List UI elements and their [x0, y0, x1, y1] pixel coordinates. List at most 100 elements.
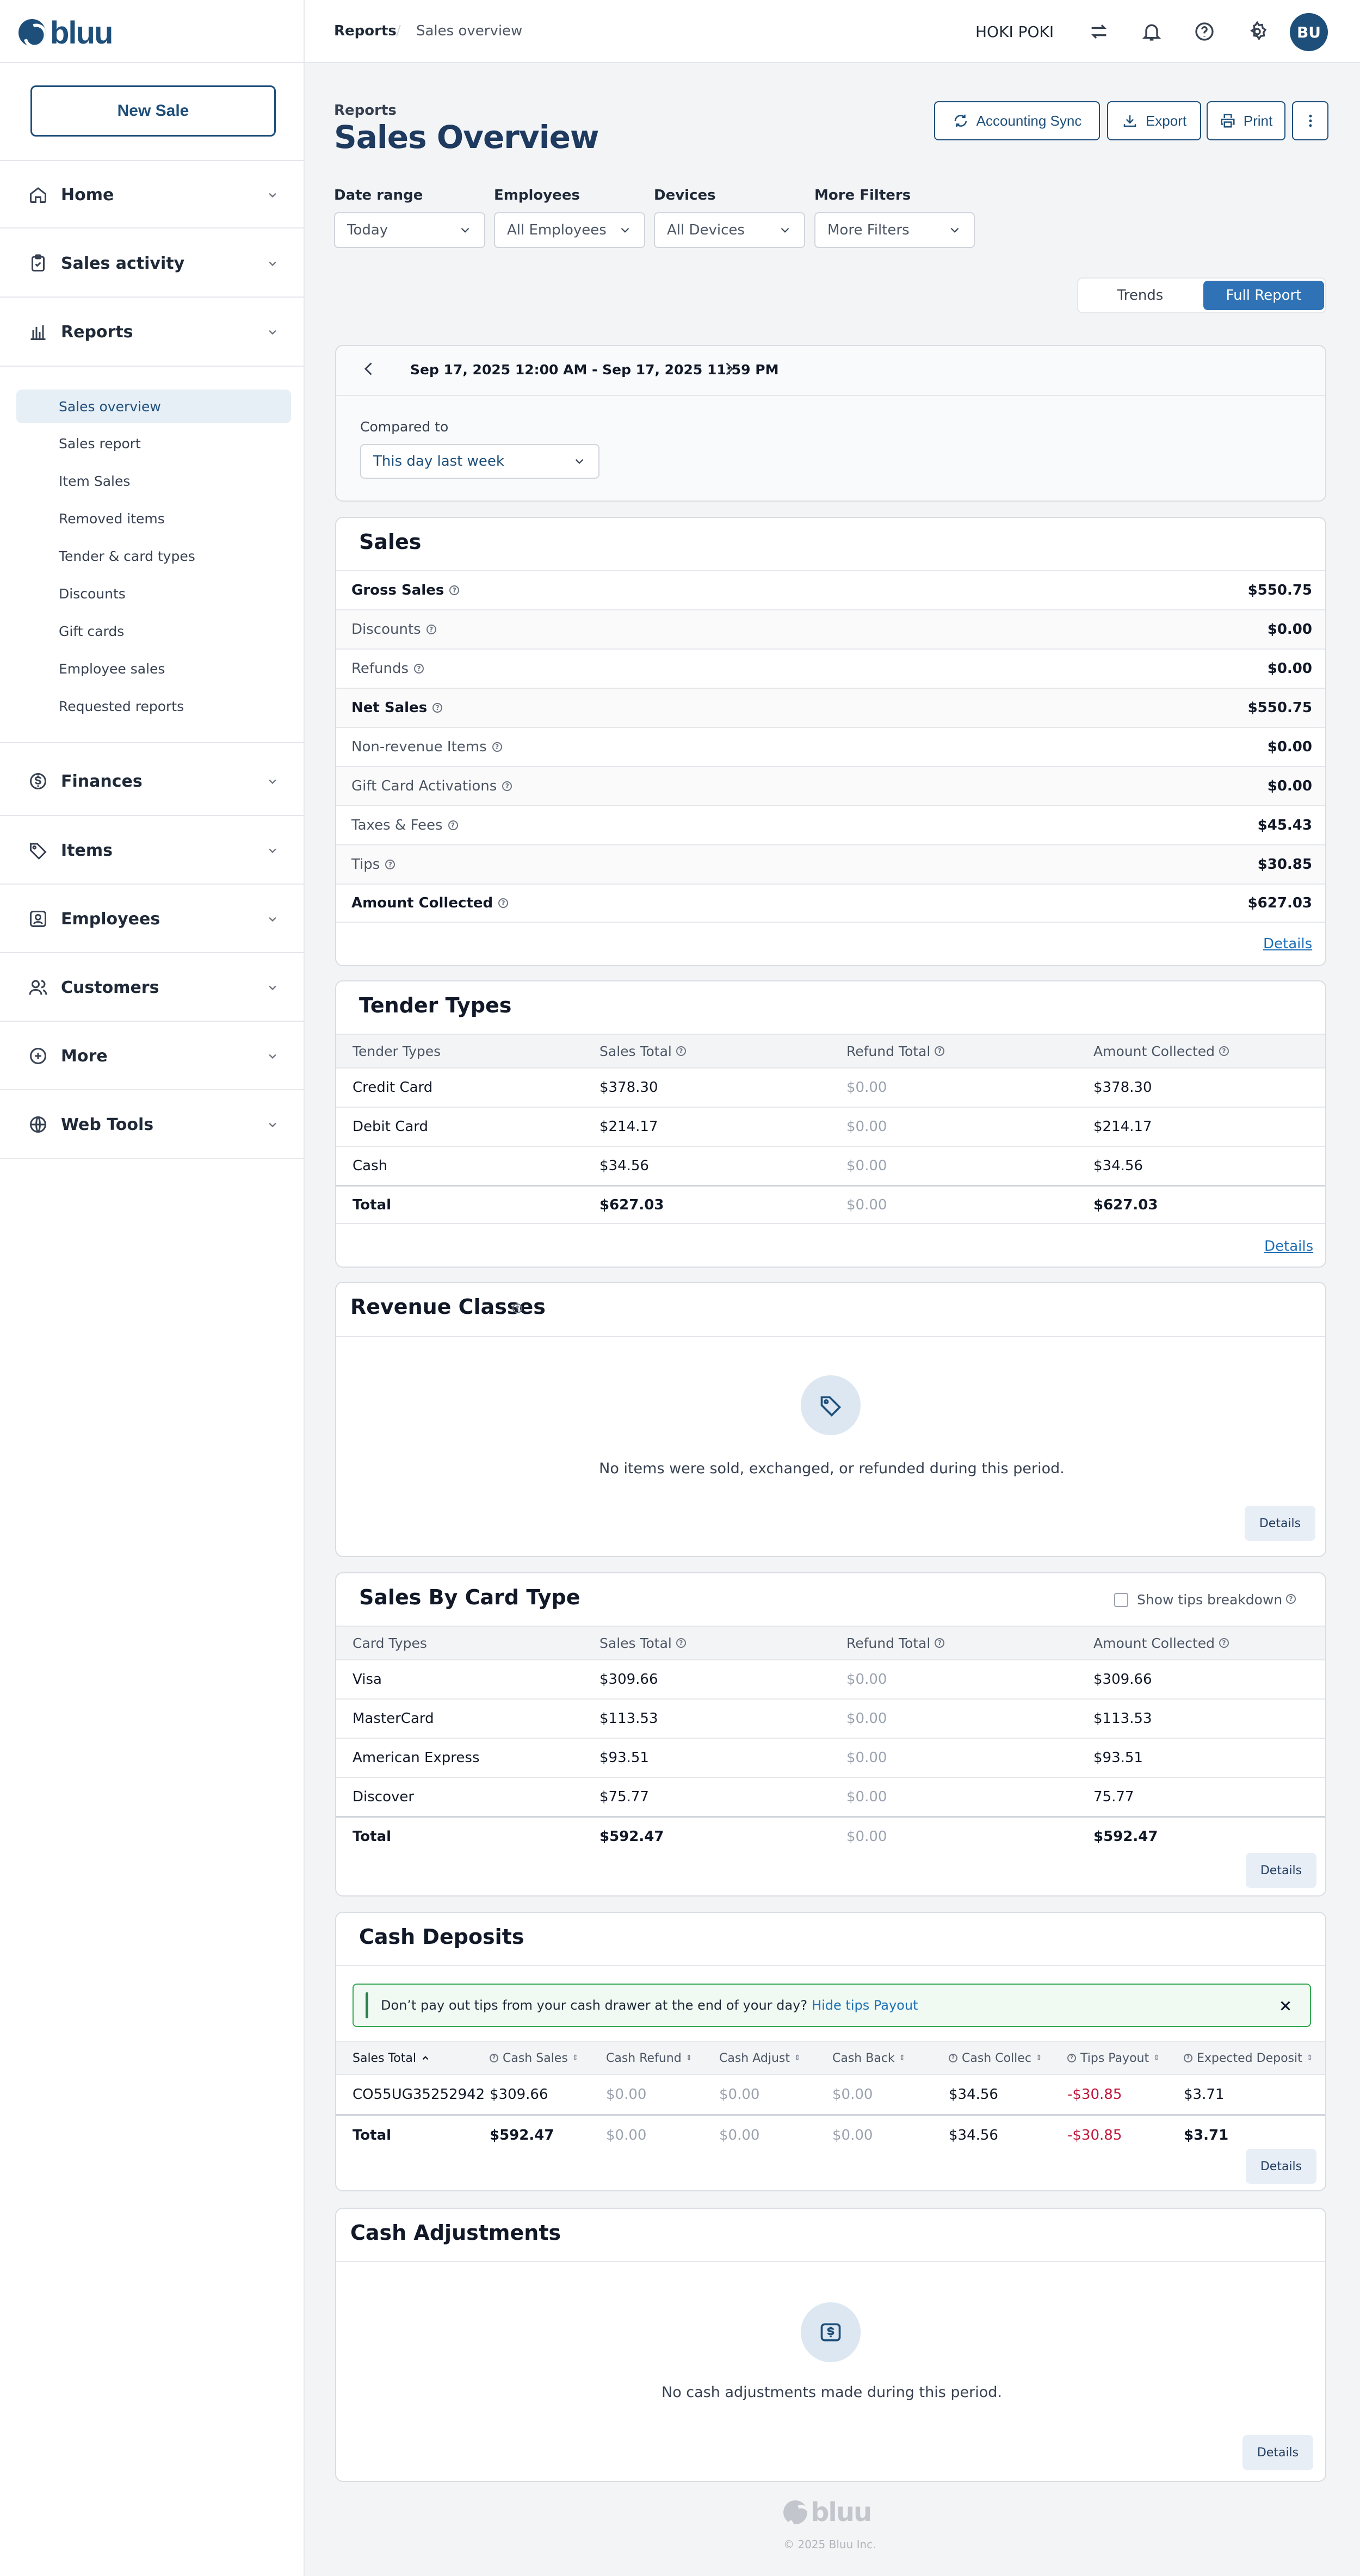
cell: $75.77 — [599, 1789, 649, 1805]
cell: $0.00 — [719, 2127, 760, 2143]
col-cash-collected[interactable]: ? Cash Collec ⇕ — [949, 2042, 1042, 2074]
col-tips-payout[interactable]: ? Tips Payout ⇕ — [1067, 2042, 1160, 2074]
sub-tender-card-types[interactable]: Tender & card types — [16, 539, 291, 573]
cell: -$30.85 — [1067, 2086, 1122, 2103]
nav-finances[interactable]: Finances — [27, 765, 280, 798]
chevron-left-icon[interactable] — [359, 359, 379, 379]
col-sales-total[interactable]: Sales Total — [353, 2042, 430, 2074]
info-icon[interactable]: ? — [502, 781, 512, 791]
cash-details-button[interactable]: Details — [1246, 2149, 1316, 2184]
col-cash-sales[interactable]: ? Cash Sales ⇕ — [490, 2042, 579, 2074]
cell: Debit Card — [353, 1119, 429, 1135]
info-icon[interactable]: ? — [385, 860, 395, 869]
sub-discounts[interactable]: Discounts — [16, 577, 291, 610]
row-label: Refunds? — [351, 660, 1268, 677]
switch-icon[interactable] — [1088, 21, 1110, 42]
more-filters-select[interactable]: More Filters — [814, 212, 975, 248]
sort-icon: ⇕ — [794, 2054, 801, 2062]
sub-requested-reports[interactable]: Requested reports — [16, 689, 291, 723]
nav-reports[interactable]: Reports — [27, 316, 280, 348]
footer-brand: bluu — [811, 2497, 872, 2528]
revenue-details-button[interactable]: Details — [1245, 1506, 1315, 1541]
row-label: Taxes & Fees? — [351, 817, 1258, 833]
info-icon[interactable]: ? — [448, 820, 458, 830]
more-options-button[interactable] — [1292, 101, 1328, 140]
info-icon[interactable]: ? — [492, 742, 502, 752]
card-type-details-button[interactable]: Details — [1246, 1853, 1316, 1888]
avatar[interactable]: BU — [1290, 13, 1328, 51]
info-icon[interactable]: ? — [1067, 2054, 1076, 2062]
info-icon[interactable]: ? — [426, 625, 436, 634]
info-icon[interactable]: ? — [512, 1304, 522, 1313]
sub-gift-cards[interactable]: Gift cards — [16, 614, 291, 648]
col-expected-deposit[interactable]: ? Expected Deposit ⇕ — [1184, 2042, 1313, 2074]
info-icon[interactable]: ? — [676, 1638, 686, 1648]
cell: Cash — [353, 1158, 388, 1174]
sales-details-link[interactable]: Details — [1263, 936, 1312, 952]
compared-to-select[interactable]: This day last week — [360, 444, 599, 479]
nav-home[interactable]: Home — [27, 178, 280, 211]
info-icon[interactable]: ? — [1219, 1638, 1229, 1648]
date-range-select[interactable]: Today — [334, 212, 485, 248]
nav-customers[interactable]: Customers — [27, 971, 280, 1004]
nav-items[interactable]: Items — [27, 834, 280, 867]
info-icon[interactable]: ? — [676, 1046, 686, 1056]
tab-full-report[interactable]: Full Report — [1203, 281, 1324, 310]
nav-more[interactable]: More — [27, 1040, 280, 1072]
col-label: Sales Total — [353, 2051, 416, 2065]
merchant-name[interactable]: HOKI POKI — [975, 23, 1054, 41]
col-cash-adjust[interactable]: Cash Adjust ⇕ — [719, 2042, 801, 2074]
id-badge-icon — [27, 908, 49, 930]
info-icon[interactable]: ? — [1286, 1594, 1296, 1604]
info-icon[interactable]: ? — [498, 898, 509, 908]
sub-employee-sales[interactable]: Employee sales — [16, 652, 291, 685]
chevron-down-icon — [269, 917, 276, 922]
info-icon[interactable]: ? — [1184, 2054, 1192, 2062]
tender-details-link[interactable]: Details — [1264, 1238, 1313, 1255]
info-icon[interactable]: ? — [414, 664, 424, 674]
cash-deposits-card: Cash Deposits Don’t pay out tips from yo… — [335, 1912, 1326, 2191]
col-cash-back[interactable]: Cash Back ⇕ — [832, 2042, 905, 2074]
sales-title: Sales — [359, 530, 422, 554]
sub-removed-items[interactable]: Removed items — [16, 502, 291, 535]
nav-web-tools[interactable]: Web Tools — [27, 1108, 280, 1141]
sub-item-sales[interactable]: Item Sales — [16, 464, 291, 498]
new-sale-button[interactable]: New Sale — [30, 85, 276, 137]
info-icon[interactable]: ? — [490, 2054, 498, 2062]
divider — [0, 742, 304, 743]
chevron-right-icon[interactable] — [719, 359, 739, 379]
divider — [0, 227, 304, 228]
page-title: Sales Overview — [334, 119, 599, 156]
tips-breakdown-checkbox[interactable] — [1114, 1593, 1128, 1607]
row-label: Non-revenue Items? — [351, 739, 1268, 755]
nav-sales-activity[interactable]: Sales activity — [27, 247, 280, 280]
nav-employees[interactable]: Employees — [27, 903, 280, 935]
info-icon[interactable]: ? — [935, 1046, 945, 1056]
sub-sales-report[interactable]: Sales report — [16, 427, 291, 460]
col-refund-total: Refund Total? — [846, 1035, 945, 1067]
gear-icon[interactable] — [1246, 21, 1268, 42]
close-icon[interactable] — [1277, 1998, 1294, 2014]
print-button[interactable]: Print — [1207, 101, 1285, 140]
employees-select[interactable]: All Employees — [494, 212, 645, 248]
info-icon[interactable]: ? — [449, 585, 460, 595]
info-icon[interactable]: ? — [432, 703, 443, 713]
table-row: CO55UG35252942 $309.66 $0.00 $0.00 $0.00… — [336, 2074, 1325, 2114]
help-icon[interactable] — [1194, 21, 1215, 42]
breadcrumb-reports[interactable]: Reports — [334, 23, 397, 39]
info-icon[interactable]: ? — [1219, 1046, 1229, 1056]
accounting-sync-button[interactable]: Accounting Sync — [934, 101, 1100, 140]
brand-logo[interactable]: bluu — [18, 15, 113, 51]
info-icon[interactable]: ? — [949, 2054, 957, 2062]
bell-icon[interactable] — [1141, 21, 1163, 42]
employees-label: Employees — [494, 187, 580, 203]
adjustments-details-button[interactable]: Details — [1242, 2435, 1313, 2470]
sub-sales-overview[interactable]: Sales overview — [16, 390, 291, 423]
info-icon[interactable]: ? — [935, 1638, 945, 1648]
export-button[interactable]: Export — [1107, 101, 1201, 140]
tab-trends[interactable]: Trends — [1080, 281, 1200, 310]
devices-select[interactable]: All Devices — [654, 212, 805, 248]
cell: $34.56 — [949, 2127, 998, 2143]
hide-tips-payout-link[interactable]: Hide tips Payout — [812, 1998, 918, 2013]
col-cash-refund[interactable]: Cash Refund ⇕ — [606, 2042, 692, 2074]
